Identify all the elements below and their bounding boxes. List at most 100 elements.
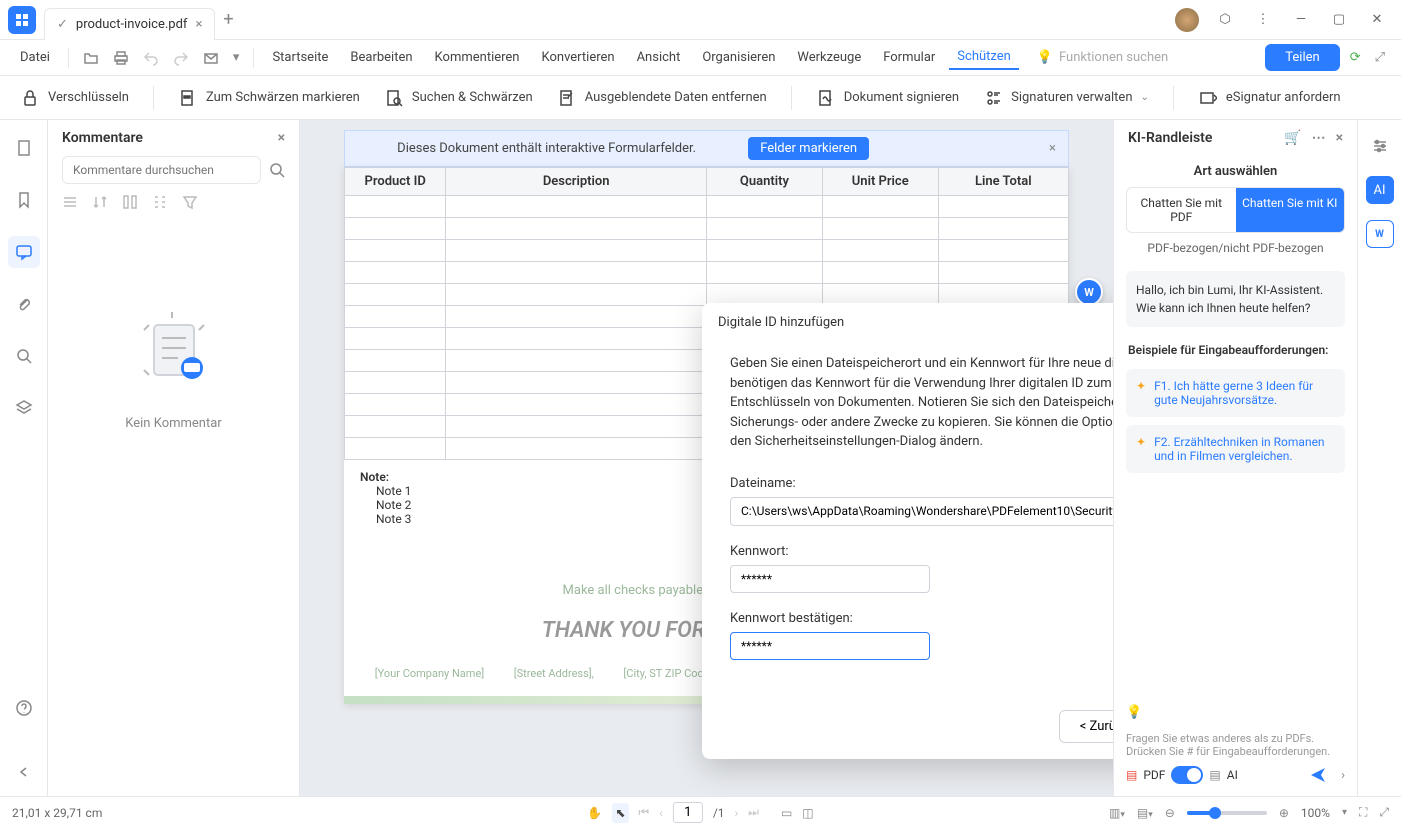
menu-organisieren[interactable]: Organisieren	[694, 46, 783, 69]
tool-sign-doc[interactable]: Dokument signieren	[816, 88, 959, 108]
mark-fields-button[interactable]: Felder markieren	[748, 137, 869, 160]
panel-close-icon[interactable]: ×	[278, 130, 285, 146]
tool-encrypt[interactable]: Verschlüsseln	[20, 88, 129, 108]
th-description: Description	[446, 168, 707, 196]
menu-werkzeuge[interactable]: Werkzeuge	[789, 46, 869, 69]
menu-bearbeiten[interactable]: Bearbeiten	[342, 46, 420, 69]
rail-comments-icon[interactable]	[8, 236, 40, 268]
filter-row	[48, 194, 299, 220]
select-tool-icon[interactable]: ⬉	[612, 803, 628, 823]
menu-formular[interactable]: Formular	[875, 46, 943, 69]
tool-search-redact[interactable]: Suchen & Schwärzen	[384, 88, 533, 108]
chevron-right-icon[interactable]: ›	[1341, 768, 1345, 783]
no-comment-label: Kein Kommentar	[125, 416, 221, 431]
rail-settings-icon[interactable]	[1366, 132, 1394, 160]
fit-width-icon[interactable]: ⛶	[1359, 805, 1367, 820]
filter-icon-4[interactable]	[152, 194, 168, 210]
prev-page-icon[interactable]: ‹	[659, 806, 663, 820]
search-icon[interactable]	[269, 162, 285, 178]
more-icon[interactable]: ⋮	[1251, 8, 1275, 32]
window-close-icon[interactable]: ✕	[1365, 8, 1389, 32]
undo-icon[interactable]	[139, 46, 163, 70]
tab-close-icon[interactable]: ×	[195, 17, 202, 32]
ai-example-1[interactable]: ✦ F1. Ich hätte gerne 3 Ideen für gute N…	[1126, 369, 1345, 417]
menu-datei[interactable]: Datei	[12, 46, 58, 69]
ai-close-icon[interactable]: ×	[1336, 130, 1343, 146]
ai-toggle[interactable]	[1171, 766, 1203, 784]
tool-manage-sigs[interactable]: Signaturen verwalten ⌄	[983, 88, 1149, 108]
cart-icon[interactable]: 🛒	[1284, 130, 1301, 146]
print-icon[interactable]	[109, 46, 133, 70]
dropdown-icon[interactable]: ▾	[229, 46, 244, 69]
rail-attachments-icon[interactable]	[8, 288, 40, 320]
ai-tab-pdf[interactable]: Chatten Sie mit PDF	[1127, 188, 1236, 232]
filter-icon-1[interactable]	[62, 194, 78, 210]
ai-header-title: KI-Randleiste	[1128, 130, 1212, 146]
expand-icon[interactable]: ⤢	[1371, 46, 1389, 69]
password-input[interactable]	[730, 565, 930, 593]
zoom-in-icon[interactable]: ⊕	[1279, 806, 1289, 820]
tool-remove-hidden[interactable]: Ausgeblendete Daten entfernen	[557, 88, 767, 108]
lightbulb-icon[interactable]: 💡	[1126, 705, 1142, 720]
tool-label: Suchen & Schwärzen	[412, 90, 533, 105]
hand-tool-icon[interactable]: ✋	[587, 806, 602, 820]
tool-request-esig[interactable]: eSignatur anfordern	[1198, 88, 1341, 108]
toggle-ai-label: AI	[1227, 768, 1238, 782]
banner-close-icon[interactable]: ×	[1049, 141, 1056, 156]
rail-ai-icon[interactable]: AI	[1366, 176, 1394, 204]
tool-label: Zum Schwärzen markieren	[206, 90, 360, 105]
redo-icon[interactable]	[169, 46, 193, 70]
comments-search-input[interactable]	[62, 156, 261, 184]
rail-thumbnails-icon[interactable]	[8, 132, 40, 164]
filter-icon-3[interactable]	[122, 194, 138, 210]
filter-icon-2[interactable]	[92, 194, 108, 210]
footer-company: [Your Company Name]	[375, 667, 484, 680]
zoom-slider[interactable]	[1187, 811, 1267, 815]
notification-icon[interactable]: ⬡	[1213, 8, 1237, 32]
ai-tab-ai[interactable]: Chatten Sie mit KI	[1236, 188, 1345, 232]
read-mode-icon[interactable]: ▥▾	[1109, 806, 1125, 820]
function-search[interactable]: 💡 Funktionen suchen	[1037, 50, 1168, 65]
view-mode-icon[interactable]: ▤▾	[1137, 806, 1153, 820]
next-page-icon[interactable]: ›	[735, 806, 739, 820]
open-icon[interactable]	[79, 46, 103, 70]
last-page-icon[interactable]: ⏭	[748, 805, 759, 820]
rail-search-icon[interactable]	[8, 340, 40, 372]
password-label: Kennwort:	[730, 544, 1113, 559]
fullscreen-icon[interactable]: ⤢	[1379, 805, 1389, 820]
send-icon[interactable]	[1309, 766, 1327, 784]
avatar[interactable]	[1175, 8, 1199, 32]
rail-collapse-icon[interactable]	[8, 756, 40, 788]
ai-example-2[interactable]: ✦ F2. Erzähltechniken in Romanen und in …	[1126, 425, 1345, 473]
filename-input[interactable]	[730, 497, 1113, 526]
app-icon[interactable]	[8, 6, 36, 34]
menu-konvertieren[interactable]: Konvertieren	[534, 46, 623, 69]
window-minimize-icon[interactable]: —	[1289, 8, 1313, 32]
scroll-mode-icon[interactable]: ▭	[781, 806, 792, 820]
zoom-dropdown-icon[interactable]: ▾	[1342, 807, 1347, 818]
back-button[interactable]: < Zurück	[1059, 710, 1113, 743]
menu-kommentieren[interactable]: Kommentieren	[427, 46, 528, 69]
menu-schuetzen[interactable]: Schützen	[949, 45, 1019, 70]
sync-icon[interactable]: ⟳	[1346, 46, 1365, 69]
more-icon[interactable]: ⋯	[1312, 130, 1326, 146]
tool-redact-mark[interactable]: Zum Schwärzen markieren	[178, 88, 360, 108]
tab-add-icon[interactable]: +	[223, 9, 233, 30]
filter-icon-5[interactable]	[182, 194, 198, 210]
page-mode-icon[interactable]: ◫	[802, 806, 813, 820]
rail-bookmarks-icon[interactable]	[8, 184, 40, 216]
rail-layers-icon[interactable]	[8, 392, 40, 424]
menu-ansicht[interactable]: Ansicht	[629, 46, 689, 69]
menu-startseite[interactable]: Startseite	[264, 46, 336, 69]
page-input[interactable]	[673, 802, 703, 823]
word-export-badge[interactable]: W	[1075, 278, 1103, 306]
document-tab[interactable]: ✓ product-invoice.pdf ×	[44, 8, 215, 40]
email-icon[interactable]	[199, 46, 223, 70]
rail-help-icon[interactable]	[8, 692, 40, 724]
password-confirm-input[interactable]	[730, 632, 930, 660]
first-page-icon[interactable]: ⏮	[638, 805, 649, 820]
zoom-out-icon[interactable]: ⊖	[1165, 806, 1175, 820]
window-maximize-icon[interactable]: ▢	[1327, 8, 1351, 32]
share-button[interactable]: Teilen	[1265, 44, 1339, 71]
rail-word-icon[interactable]: W	[1366, 220, 1394, 248]
